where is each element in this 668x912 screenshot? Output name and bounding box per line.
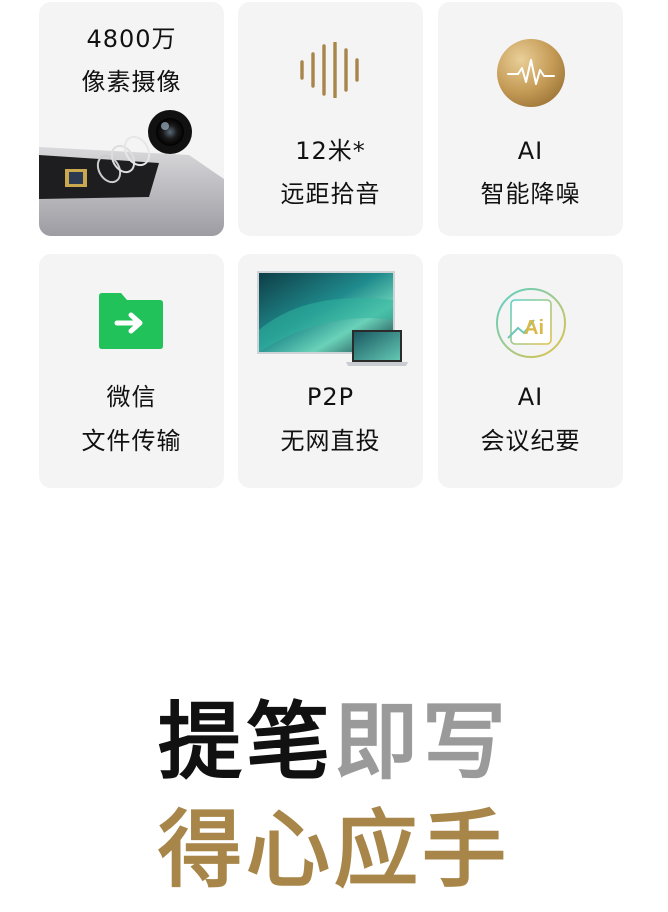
feature-title: 微信 [106,383,157,411]
wechat-folder-icon [99,293,163,349]
feature-subtitle: 文件传输 [81,427,182,455]
feature-card-wechat-file-transfer: 微信 文件传输 [39,254,224,488]
feature-card-far-field-pickup: 12米* 远距拾音 [238,2,423,236]
feature-title: AI [517,383,544,411]
ai-noise-reduction-icon [497,39,565,107]
feature-subtitle: 无网直投 [280,427,381,455]
feature-subtitle: 智能降噪 [480,180,581,208]
feature-title: 12米* [295,137,366,165]
headline-line-1: 提笔即写 [0,692,668,792]
feature-subtitle: 会议纪要 [480,427,581,455]
headline-dark-text: 提笔 [157,693,334,791]
headline-grey-text: 即写 [334,693,511,791]
feature-card-ai-noise-reduction: AI 智能降噪 [438,2,623,236]
feature-title: P2P [306,383,355,411]
feature-subtitle: 远距拾音 [280,180,381,208]
feature-title: AI [517,137,544,165]
feature-card-ai-meeting-minutes: Ai AI 会议纪要 [438,254,623,488]
headline-line-2: 得心应手 [157,801,510,899]
ai-document-icon: Ai [496,288,566,358]
feature-subtitle: 像素摄像 [81,68,182,96]
feature-card-p2p-casting: P2P 无网直投 [238,254,423,488]
screen-laptop-icon [257,271,408,366]
sound-wave-icon [300,42,359,98]
svg-text:Ai: Ai [524,317,544,339]
feature-title: 4800万 [86,25,177,53]
feature-card-camera: 4800万 像素摄像 [39,2,224,236]
camera-icon [39,110,224,236]
